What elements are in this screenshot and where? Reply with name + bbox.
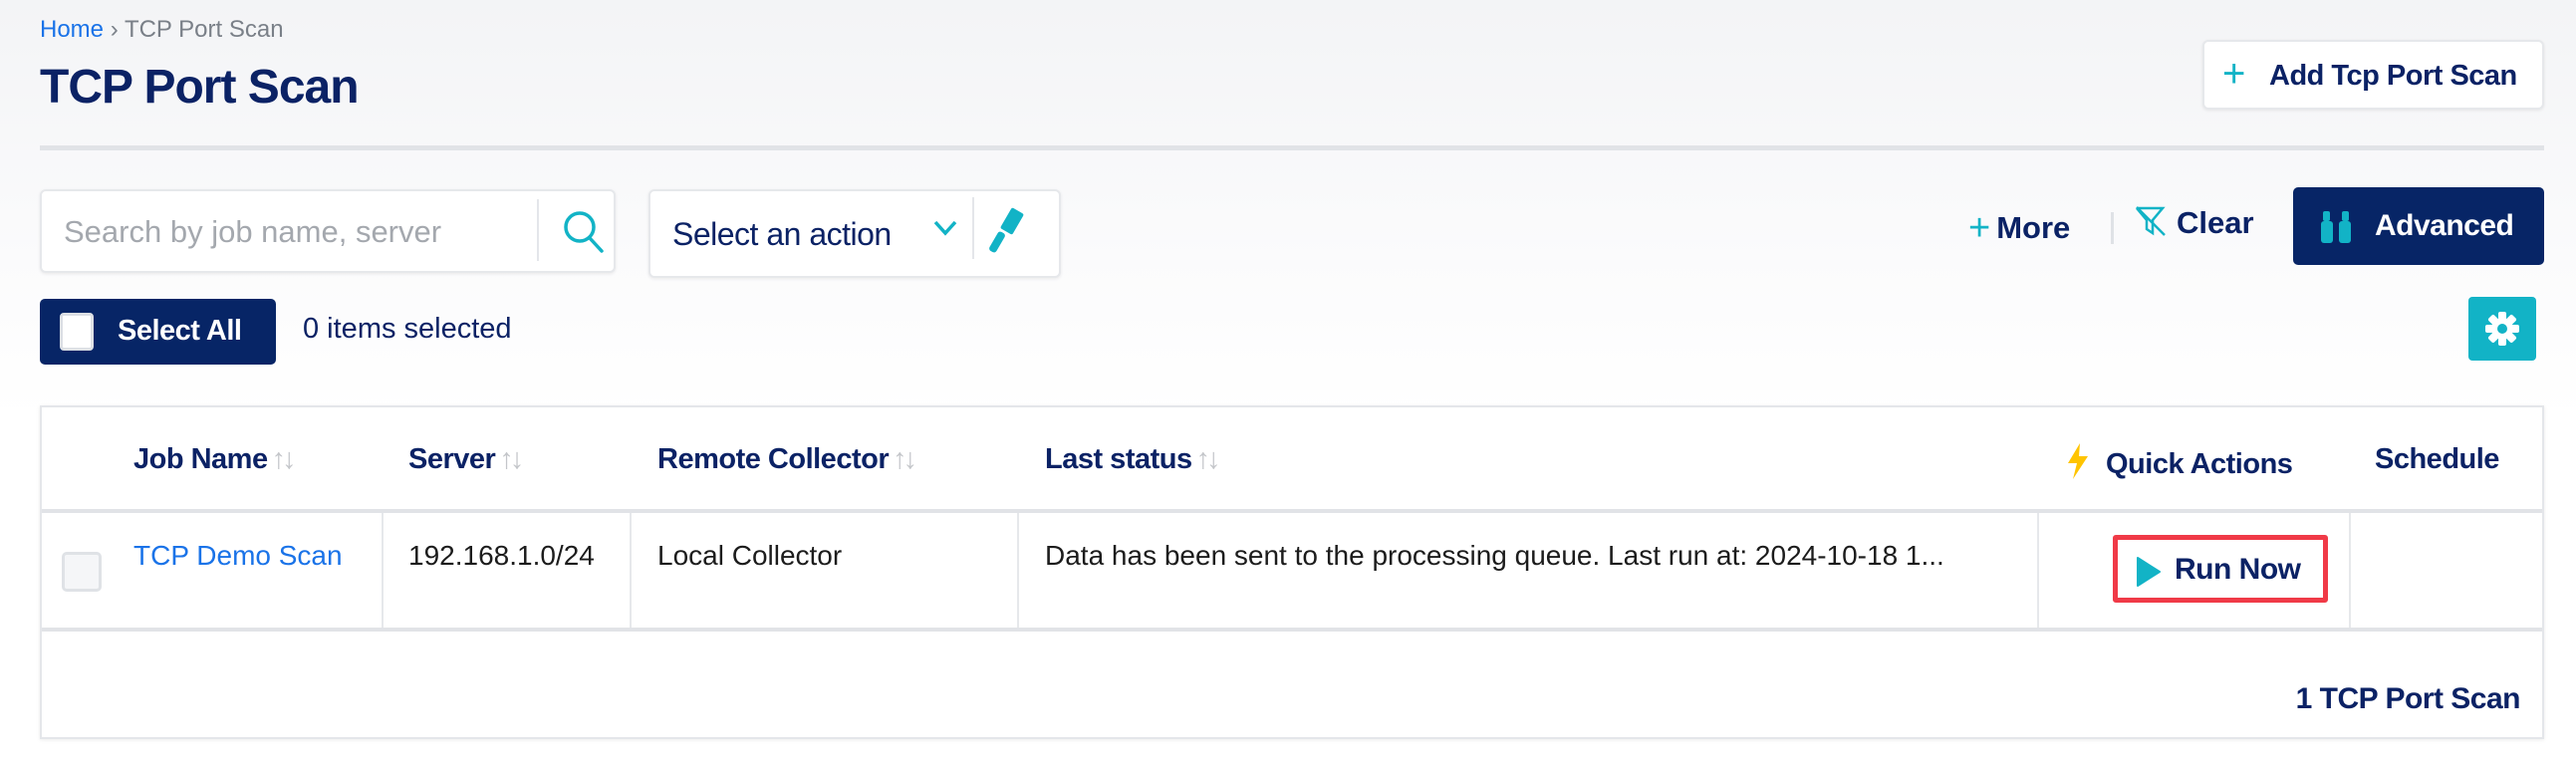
search-box <box>40 189 616 273</box>
column-header-last-status[interactable]: Last status ↑↓ <box>1045 443 1221 476</box>
select-all-button[interactable]: Select All <box>40 299 276 365</box>
column-header-schedule: Schedule <box>2375 443 2499 476</box>
column-label: Remote Collector <box>657 443 890 475</box>
column-header-quick-actions: Quick Actions <box>2066 443 2293 481</box>
server-cell: 192.168.1.0/24 <box>408 540 595 571</box>
breadcrumb-current: TCP Port Scan <box>124 16 284 43</box>
clear-label: Clear <box>2177 205 2254 240</box>
column-divider <box>2349 513 2351 630</box>
chevron-down-icon <box>932 217 958 244</box>
action-select[interactable]: Select an action <box>648 189 1061 278</box>
run-now-label: Run Now <box>2175 553 2301 586</box>
column-label: Quick Actions <box>2106 448 2293 480</box>
table-settings-button[interactable] <box>2468 297 2536 361</box>
column-label: Schedule <box>2375 443 2499 475</box>
column-label: Job Name <box>133 443 268 475</box>
sort-icon[interactable]: ↑↓ <box>893 443 917 475</box>
more-label: More <box>1996 210 2071 245</box>
clear-filters-button[interactable]: Clear <box>2135 205 2254 245</box>
play-icon <box>2137 557 2161 587</box>
more-filters-button[interactable]: + More <box>1968 205 2071 249</box>
page-title: TCP Port Scan <box>40 61 360 114</box>
row-checkbox[interactable] <box>62 552 102 592</box>
column-divider <box>630 513 632 630</box>
breadcrumb-home-link[interactable]: Home <box>40 16 104 43</box>
action-select-value: Select an action <box>672 216 892 252</box>
search-input[interactable] <box>64 209 542 255</box>
add-button-label: Add Tcp Port Scan <box>2269 60 2517 92</box>
advanced-search-button[interactable]: Advanced <box>2293 187 2544 265</box>
sort-icon[interactable]: ↑↓ <box>1196 443 1221 475</box>
select-all-checkbox[interactable] <box>60 313 94 351</box>
result-count: 1 TCP Port Scan <box>2295 682 2521 715</box>
search-divider <box>537 199 539 261</box>
breadcrumb: Home › TCP Port Scan <box>40 16 284 44</box>
row-divider <box>42 628 2542 632</box>
breadcrumb-separator: › <box>110 16 119 43</box>
select-all-label: Select All <box>118 315 242 347</box>
column-divider <box>1017 513 1019 630</box>
column-header-server[interactable]: Server ↑↓ <box>408 443 524 476</box>
lightning-icon <box>2068 443 2088 479</box>
job-name-link[interactable]: TCP Demo Scan <box>133 540 343 572</box>
gavel-icon[interactable] <box>989 207 1029 258</box>
gear-icon <box>2485 312 2519 346</box>
run-now-button[interactable]: Run Now <box>2113 535 2328 603</box>
sort-icon[interactable]: ↑↓ <box>499 443 524 475</box>
column-divider <box>2037 513 2039 630</box>
binoculars-icon <box>2319 209 2353 251</box>
add-tcp-port-scan-button[interactable]: + Add Tcp Port Scan <box>2202 40 2544 110</box>
last-status-cell: Data has been sent to the processing que… <box>1045 540 1944 571</box>
column-label: Last status <box>1045 443 1192 475</box>
advanced-label: Advanced <box>2375 209 2514 242</box>
column-label: Server <box>408 443 496 475</box>
search-icon[interactable] <box>562 209 606 260</box>
column-header-remote-collector[interactable]: Remote Collector ↑↓ <box>657 443 917 476</box>
selected-count: 0 items selected <box>303 313 512 345</box>
remote-collector-cell: Local Collector <box>657 540 843 571</box>
action-divider <box>972 197 974 259</box>
toolbar-divider <box>2111 212 2114 244</box>
column-divider <box>382 513 384 630</box>
header-divider <box>40 145 2544 150</box>
header-divider <box>42 509 2542 513</box>
plus-icon: + <box>2222 52 2246 96</box>
scans-table: Job Name ↑↓ Server ↑↓ Remote Collector ↑↓ L… <box>40 405 2544 739</box>
sort-icon[interactable]: ↑↓ <box>272 443 297 475</box>
plus-icon: + <box>1968 207 1991 249</box>
column-header-job-name[interactable]: Job Name ↑↓ <box>133 443 297 476</box>
filter-clear-icon <box>2135 205 2169 245</box>
